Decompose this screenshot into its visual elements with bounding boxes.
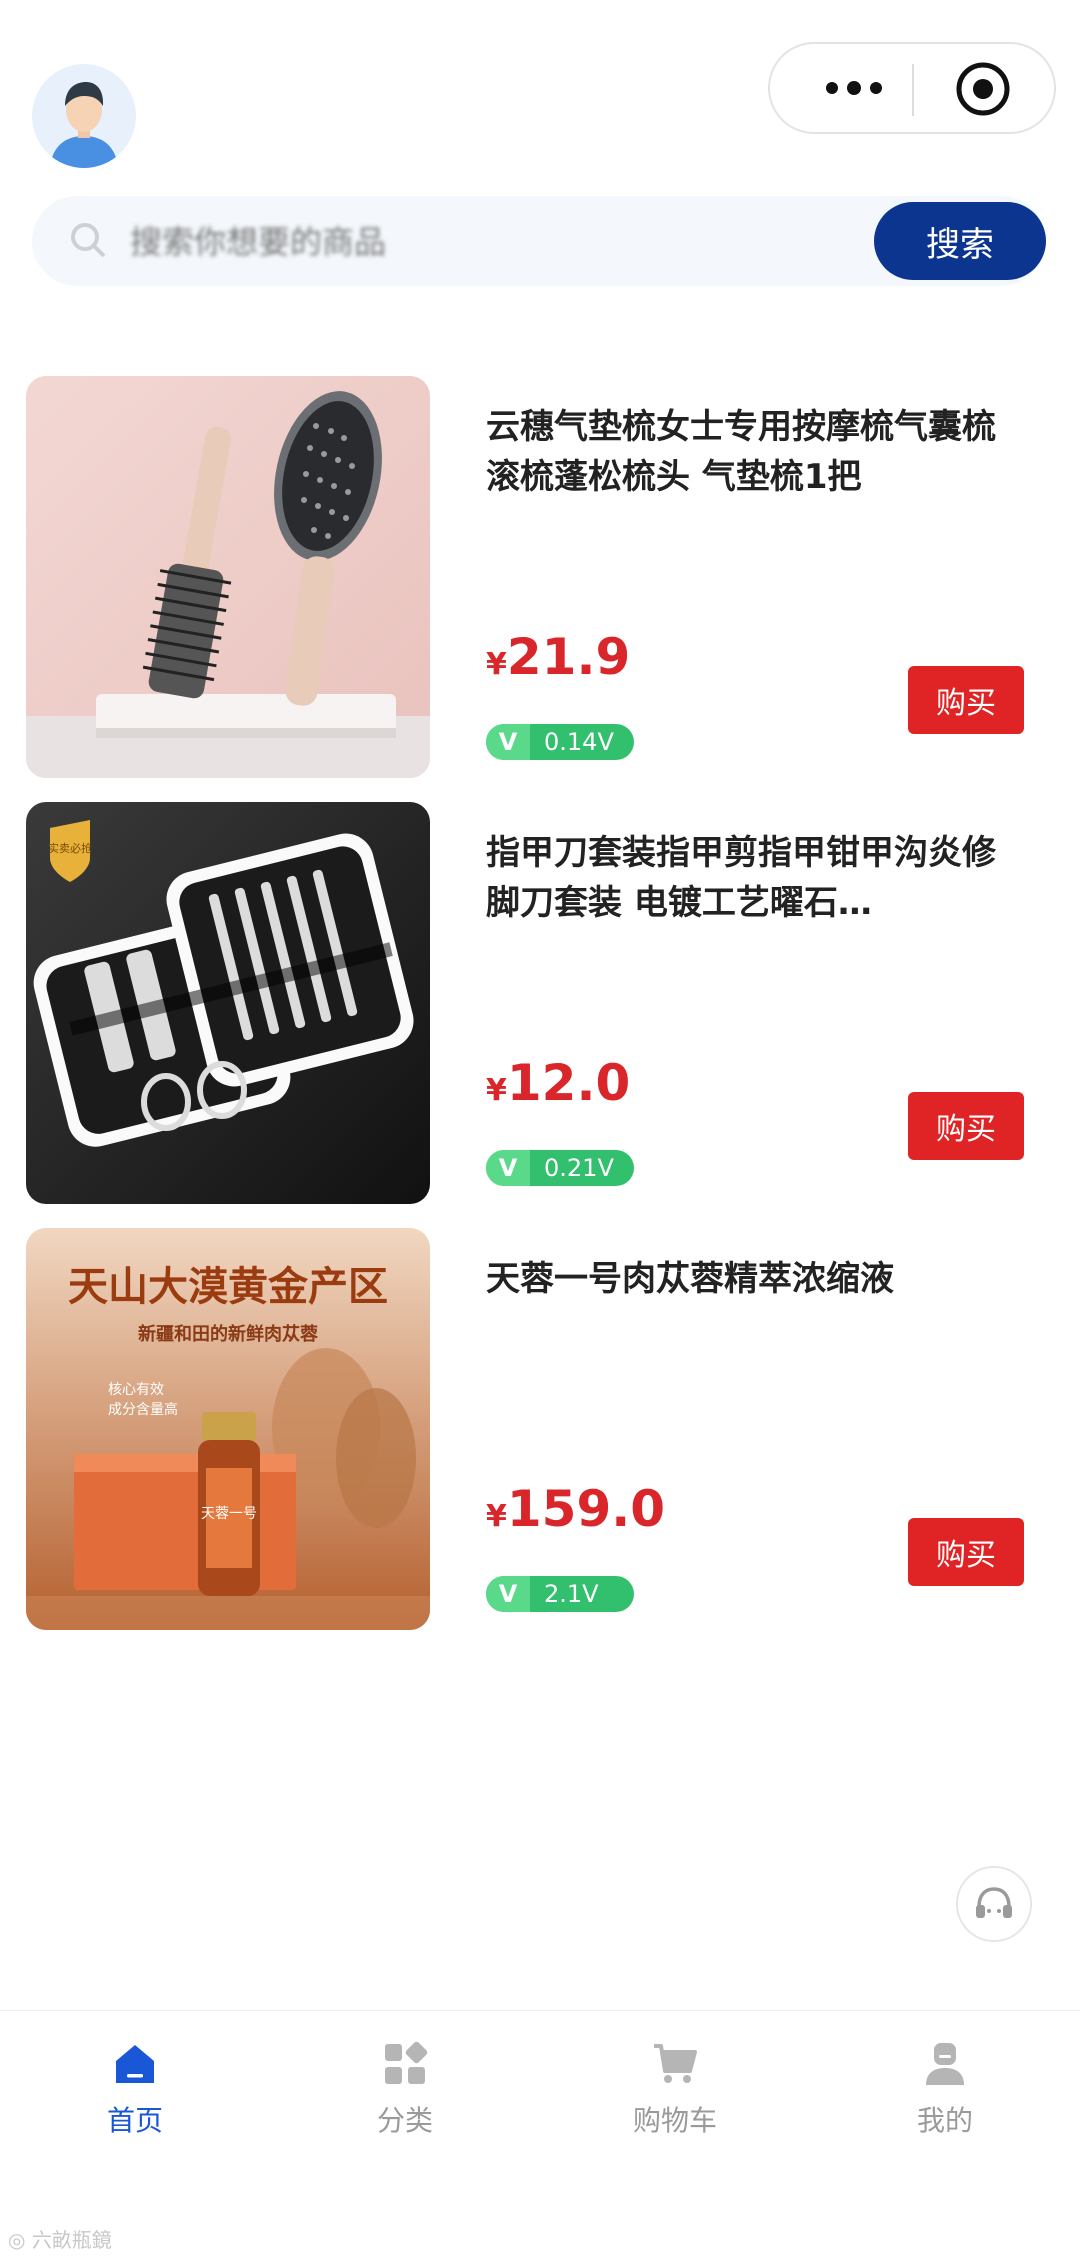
product-price: ¥12.0: [486, 1054, 630, 1112]
bottom-tab-bar: 首页 分类 购物车 我的: [0, 2010, 1080, 2257]
v-badge-label: V: [486, 1150, 530, 1186]
more-dots-icon[interactable]: [804, 58, 904, 118]
v-badge-value: 2.1V: [544, 1580, 599, 1608]
tab-cart[interactable]: 购物车: [540, 2041, 810, 2151]
image-headline: 天山大漠黄金产区: [68, 1264, 388, 1310]
tab-label: 购物车: [632, 2104, 717, 2137]
search-icon: [71, 223, 106, 258]
home-icon: [116, 2045, 154, 2083]
tab-label: 我的: [916, 2104, 973, 2137]
avatar[interactable]: [32, 64, 136, 168]
product-card[interactable]: 云穗气垫梳女士专用按摩梳气囊梳滚梳蓬松梳头 气垫梳1把 ¥21.9 V 0.14…: [0, 376, 1080, 780]
product-title[interactable]: 云穗气垫梳女士专用按摩梳气囊梳滚梳蓬松梳头 气垫梳1把: [486, 402, 1026, 502]
v-reward-badge: V 2.1V: [486, 1576, 634, 1612]
currency-symbol: ¥: [486, 1499, 507, 1534]
product-price: ¥159.0: [486, 1480, 665, 1538]
buy-button[interactable]: 购买: [908, 666, 1024, 734]
product-card[interactable]: 实卖必抢 指甲刀套装指甲剪指甲钳甲沟炎修脚刀套装 电镀工艺曜石… ¥12.0 V…: [0, 802, 1080, 1206]
price-value: 12.0: [506, 1054, 631, 1112]
buy-button[interactable]: 购买: [908, 1518, 1024, 1586]
tab-home[interactable]: 首页: [0, 2041, 270, 2151]
v-badge-value: 0.14V: [544, 728, 614, 756]
tab-profile[interactable]: 我的: [810, 2041, 1080, 2151]
product-card[interactable]: 天山大漠黄金产区 新疆和田的新鲜肉苁蓉 核心有效 成分含量高 天蓉一号 天蓉一号…: [0, 1228, 1080, 1632]
image-bullet: 成分含量高: [108, 1401, 178, 1418]
watermark-icon: ◎: [8, 2228, 26, 2252]
product-image-cistanche-liquid[interactable]: 天山大漠黄金产区 新疆和田的新鲜肉苁蓉 核心有效 成分含量高 天蓉一号: [26, 1228, 430, 1630]
v-badge-label: V: [486, 724, 530, 760]
product-image-hairbrush[interactable]: [26, 376, 430, 778]
target-circle-icon[interactable]: [954, 60, 1012, 118]
customer-service-button[interactable]: [956, 1866, 1032, 1942]
currency-symbol: ¥: [486, 1073, 507, 1108]
mini-program-capsule: [768, 42, 1056, 134]
user-avatar-icon: [32, 64, 136, 168]
buy-button[interactable]: 购买: [908, 1092, 1024, 1160]
capsule-divider: [912, 64, 914, 116]
search-input[interactable]: [128, 214, 612, 270]
product-image-nail-clipper-set[interactable]: 实卖必抢: [26, 802, 430, 1204]
product-title[interactable]: 指甲刀套装指甲剪指甲钳甲沟炎修脚刀套装 电镀工艺曜石…: [486, 828, 1026, 928]
watermark-text: 六畝瓶鏡: [31, 2228, 112, 2252]
image-bullet: 核心有效: [108, 1382, 164, 1398]
v-reward-badge: V 0.21V: [486, 1150, 634, 1186]
product-price: ¥21.9: [486, 628, 630, 686]
v-badge-value: 0.21V: [544, 1154, 614, 1182]
search-button[interactable]: 搜索: [874, 202, 1046, 280]
watermark: ◎ 六畝瓶鏡: [8, 2224, 112, 2253]
product-title[interactable]: 天蓉一号肉苁蓉精萃浓缩液: [486, 1254, 1026, 1304]
headset-icon: [976, 1887, 1012, 1918]
tab-category[interactable]: 分类: [270, 2041, 540, 2151]
profile-icon: [926, 2043, 964, 2085]
v-reward-badge: V 0.14V: [486, 724, 634, 760]
tab-label: 分类: [376, 2104, 433, 2137]
bottle-label: 天蓉一号: [201, 1506, 257, 1522]
currency-symbol: ¥: [486, 647, 507, 682]
category-icon: [385, 2041, 428, 2084]
image-badge-text: 实卖必抢: [48, 841, 92, 855]
cart-icon: [654, 2044, 697, 2083]
image-subheadline: 新疆和田的新鲜肉苁蓉: [138, 1323, 318, 1345]
price-value: 21.9: [506, 628, 631, 686]
v-badge-label: V: [486, 1576, 530, 1612]
price-value: 159.0: [506, 1480, 666, 1538]
search-bar: 搜索: [32, 196, 1046, 286]
tab-label: 首页: [106, 2104, 163, 2137]
